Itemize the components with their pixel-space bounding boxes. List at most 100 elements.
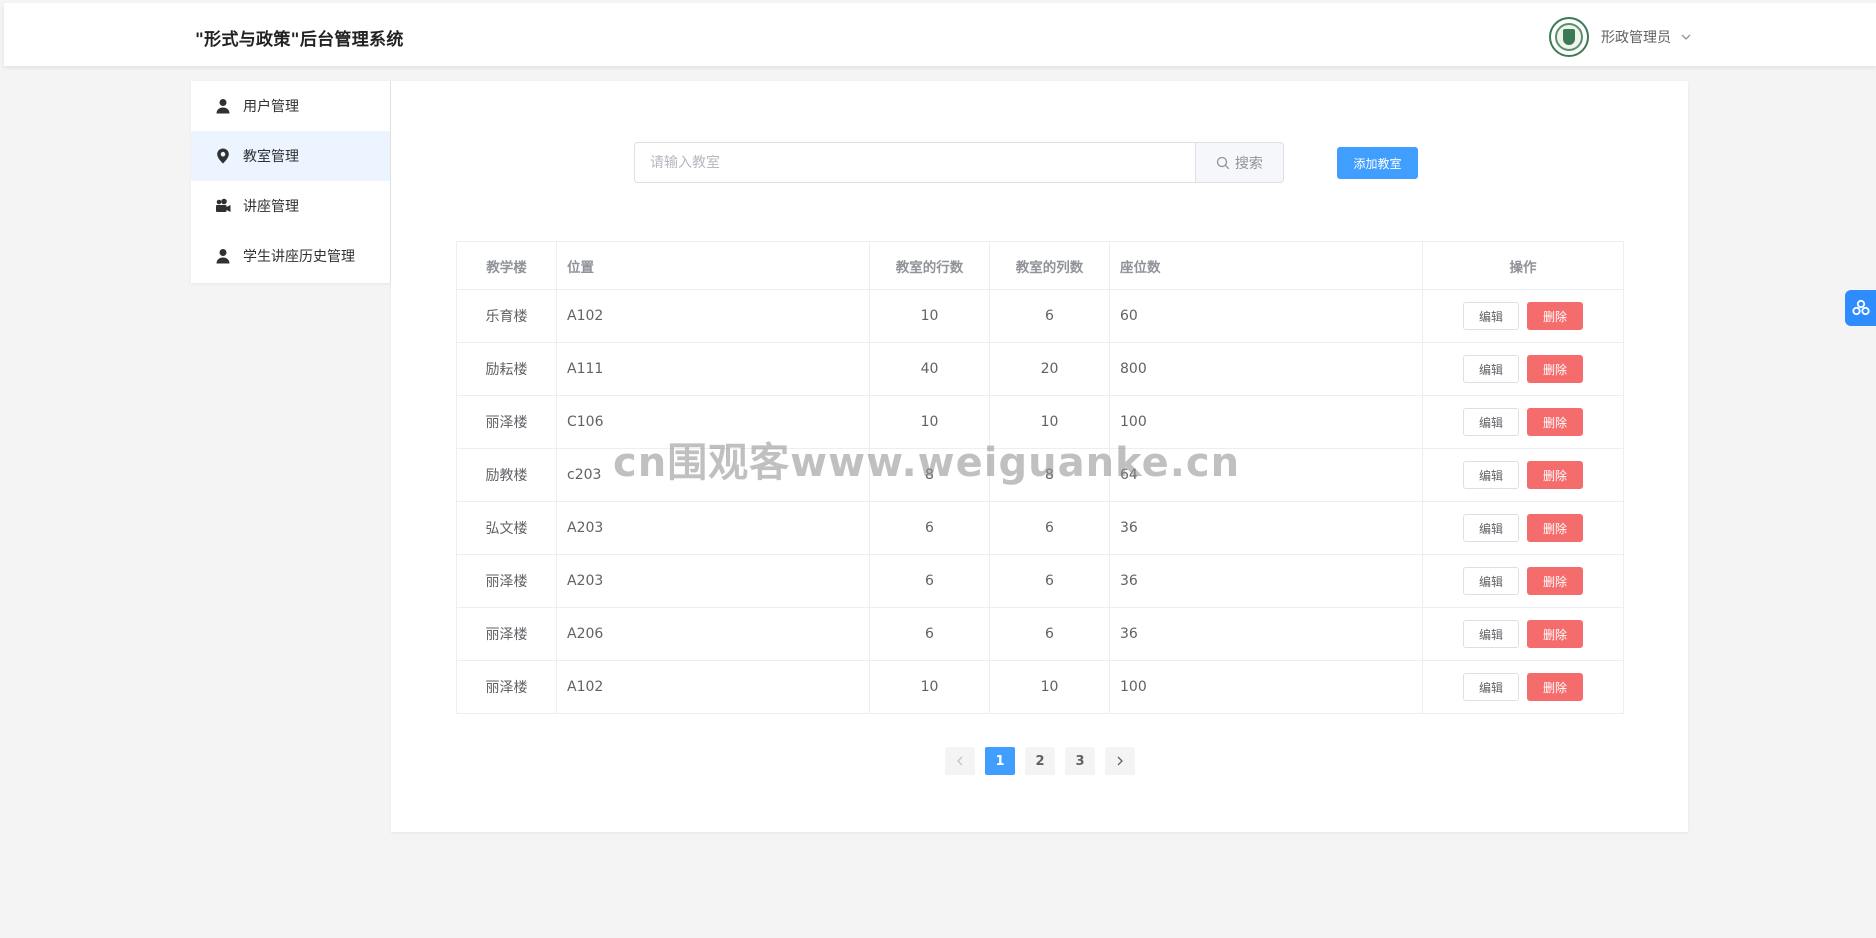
table-row: 乐育楼 A102 10 6 60 编辑 删除 (456, 289, 1624, 343)
cell-rows: 8 (869, 448, 990, 502)
cell-columns: 6 (989, 607, 1110, 661)
edit-button[interactable]: 编辑 (1463, 302, 1519, 330)
cell-columns: 10 (989, 395, 1110, 449)
chevron-right-icon (1117, 756, 1123, 766)
edit-button[interactable]: 编辑 (1463, 620, 1519, 648)
cell-columns: 6 (989, 554, 1110, 608)
table-body: 乐育楼 A102 10 6 60 编辑 删除 励耘楼 A111 40 20 800 编辑 删除 丽泽楼 C10… (456, 289, 1624, 714)
edit-button[interactable]: 编辑 (1463, 355, 1519, 383)
delete-button[interactable]: 删除 (1527, 355, 1583, 383)
cell-seats: 100 (1109, 395, 1423, 449)
edit-button[interactable]: 编辑 (1463, 673, 1519, 701)
sidebar-item-label: 用户管理 (243, 99, 299, 115)
cell-actions: 编辑 删除 (1422, 448, 1624, 502)
cell-building: 励教楼 (456, 448, 557, 502)
cell-columns: 6 (989, 289, 1110, 343)
column-header-actions: 操作 (1422, 241, 1624, 290)
cell-building: 丽泽楼 (456, 554, 557, 608)
user-icon (216, 99, 230, 114)
cell-rows: 10 (869, 289, 990, 343)
cell-seats: 36 (1109, 501, 1423, 555)
cell-columns: 6 (989, 501, 1110, 555)
cell-seats: 800 (1109, 342, 1423, 396)
sidebar-item-classrooms[interactable]: 教室管理 (191, 131, 390, 181)
cell-rows: 6 (869, 554, 990, 608)
search-input[interactable] (634, 142, 1195, 183)
table-row: 丽泽楼 A203 6 6 36 编辑 删除 (456, 554, 1624, 608)
location-icon (217, 148, 229, 164)
avatar-emblem-core (1563, 29, 1575, 45)
prev-page-button[interactable] (945, 747, 975, 775)
main-panel: 搜索 添加教室 教学楼 位置 教室的行数 教室的列数 座位数 操作 乐育楼A10… (391, 81, 1688, 832)
cell-location: A102 (556, 660, 870, 714)
table-row: 丽泽楼 A206 6 6 36 编辑 删除 (456, 607, 1624, 661)
user-menu[interactable]: 形政管理员 (1549, 17, 1693, 57)
add-classroom-button[interactable]: 添加教室 (1337, 147, 1418, 179)
table-row: 丽泽楼 C106 10 10 100 编辑 删除 (456, 395, 1624, 449)
delete-button[interactable]: 删除 (1527, 567, 1583, 595)
sidebar-item-label: 学生讲座历史管理 (243, 249, 355, 265)
cell-rows: 40 (869, 342, 990, 396)
search-button[interactable]: 搜索 (1194, 142, 1284, 183)
column-header-location: 位置 (556, 241, 870, 290)
cell-seats: 60 (1109, 289, 1423, 343)
cell-building: 丽泽楼 (456, 395, 557, 449)
cell-seats: 36 (1109, 607, 1423, 661)
search-icon (1216, 156, 1230, 169)
column-header-rows: 教室的行数 (869, 241, 990, 290)
cell-location: A102 (556, 289, 870, 343)
table-header-row: 教学楼 位置 教室的行数 教室的列数 座位数 操作 (456, 241, 1624, 290)
cell-rows: 6 (869, 501, 990, 555)
table-row: 励教楼 c203 8 8 64 编辑 删除 (456, 448, 1624, 502)
edit-button[interactable]: 编辑 (1463, 461, 1519, 489)
share-icon (1851, 299, 1870, 316)
cell-location: c203 (556, 448, 870, 502)
delete-button[interactable]: 删除 (1527, 673, 1583, 701)
cell-rows: 10 (869, 660, 990, 714)
user-icon (216, 249, 230, 264)
delete-button[interactable]: 删除 (1527, 620, 1583, 648)
cell-seats: 100 (1109, 660, 1423, 714)
cell-rows: 6 (869, 607, 990, 661)
cell-location: A203 (556, 501, 870, 555)
cell-columns: 10 (989, 660, 1110, 714)
page-button-1[interactable]: 1 (985, 747, 1015, 775)
avatar[interactable] (1549, 17, 1589, 57)
cell-location: A206 (556, 607, 870, 661)
edit-button[interactable]: 编辑 (1463, 567, 1519, 595)
cell-building: 励耘楼 (456, 342, 557, 396)
delete-button[interactable]: 删除 (1527, 408, 1583, 436)
top-header: "形式与政策"后台管理系统 形政管理员 (4, 3, 1876, 66)
chevron-down-icon[interactable] (1679, 30, 1693, 44)
search-button-label: 搜索 (1234, 155, 1263, 172)
table-row: 励耘楼 A111 40 20 800 编辑 删除 (456, 342, 1624, 396)
cell-columns: 20 (989, 342, 1110, 396)
chevron-left-icon (957, 756, 963, 766)
sidebar-item-lectures[interactable]: 讲座管理 (191, 181, 390, 231)
page-button-3[interactable]: 3 (1065, 747, 1095, 775)
cell-actions: 编辑 删除 (1422, 501, 1624, 555)
cell-actions: 编辑 删除 (1422, 342, 1624, 396)
cell-building: 丽泽楼 (456, 607, 557, 661)
user-name[interactable]: 形政管理员 (1601, 27, 1671, 47)
edit-button[interactable]: 编辑 (1463, 408, 1519, 436)
delete-button[interactable]: 删除 (1527, 514, 1583, 542)
page-button-2[interactable]: 2 (1025, 747, 1055, 775)
cell-actions: 编辑 删除 (1422, 660, 1624, 714)
cell-building: 弘文楼 (456, 501, 557, 555)
sidebar-item-users[interactable]: 用户管理 (191, 81, 390, 131)
cell-actions: 编辑 删除 (1422, 607, 1624, 661)
column-header-building: 教学楼 (456, 241, 557, 290)
edit-button[interactable]: 编辑 (1463, 514, 1519, 542)
cell-rows: 10 (869, 395, 990, 449)
column-header-seats: 座位数 (1109, 241, 1423, 290)
cell-location: A203 (556, 554, 870, 608)
cell-columns: 8 (989, 448, 1110, 502)
delete-button[interactable]: 删除 (1527, 302, 1583, 330)
cell-actions: 编辑 删除 (1422, 289, 1624, 343)
floating-share-tab[interactable] (1845, 290, 1876, 326)
sidebar-item-student-history[interactable]: 学生讲座历史管理 (191, 231, 390, 281)
cell-seats: 64 (1109, 448, 1423, 502)
next-page-button[interactable] (1105, 747, 1135, 775)
delete-button[interactable]: 删除 (1527, 461, 1583, 489)
